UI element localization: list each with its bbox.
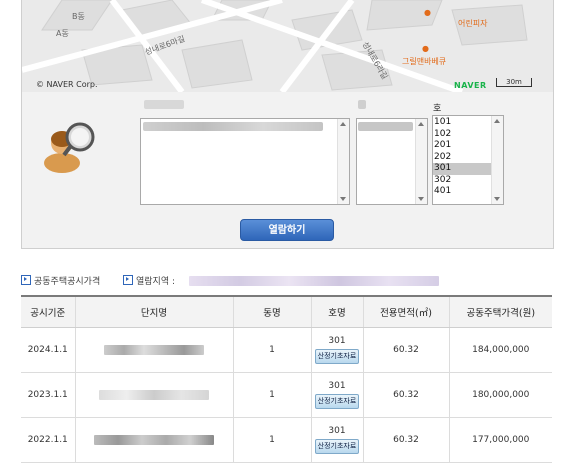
ho-value: 301 xyxy=(328,381,346,391)
map-roads xyxy=(22,0,553,92)
search-panel: B동 A동 성내로6마길 성내로6라길 ● 어린피자 ● 그릴맨바베큐 © NA… xyxy=(21,0,554,249)
area-cell: 60.32 xyxy=(362,327,449,373)
complex-name-cell xyxy=(74,372,233,418)
map-view[interactable]: B동 A동 성내로6마길 성내로6라길 ● 어린피자 ● 그릴맨바베큐 © NA… xyxy=(22,0,553,92)
tab-label: 공동주택공시가격 xyxy=(34,277,101,287)
ho-label: 호 xyxy=(433,104,442,114)
arrow-box-icon xyxy=(123,275,133,285)
date-cell: 2023.1.1 xyxy=(21,372,75,418)
ho-list-item[interactable]: 102 xyxy=(433,129,492,141)
doc-button[interactable]: 산정기초자료 xyxy=(314,439,360,454)
tab-view-region[interactable]: 열람지역 : xyxy=(123,274,175,287)
ho-list-item[interactable]: 101 xyxy=(433,117,492,129)
area-cell: 60.32 xyxy=(362,417,449,463)
column-header: 전용면적(㎡) xyxy=(362,295,449,328)
complex-name-cell xyxy=(74,417,233,463)
ho-value: 301 xyxy=(328,336,346,346)
tab-apartment-price[interactable]: 공동주택공시가격 xyxy=(21,274,100,287)
scroll-up-icon[interactable] xyxy=(340,122,346,126)
scrollbar[interactable] xyxy=(415,119,427,204)
poi-marker-icon[interactable]: ● xyxy=(424,8,431,17)
view-button[interactable]: 열람하기 xyxy=(240,219,334,241)
complex-name-cell xyxy=(74,327,233,373)
dong-cell: 1 xyxy=(232,417,311,463)
scroll-down-icon[interactable] xyxy=(340,197,346,201)
table-row: 2022.1.1 1 301 산정기초자료 60.32 177,000,000 xyxy=(21,417,552,463)
ho-list-item[interactable]: 301 xyxy=(433,163,492,175)
map-copyright: © NAVER Corp. xyxy=(36,80,98,89)
complex-list-caption xyxy=(144,100,184,109)
dong-select-list[interactable] xyxy=(356,118,428,205)
poi-label[interactable]: 어린피자 xyxy=(458,18,487,29)
table-header-row: 공시기준 단지명 동명 호명 전용면적(㎡) 공동주택가격(원) xyxy=(21,295,552,328)
block-b-label: B동 xyxy=(72,12,85,21)
date-cell: 2022.1.1 xyxy=(21,417,75,463)
scroll-up-icon[interactable] xyxy=(418,122,424,126)
scrollbar[interactable] xyxy=(337,119,349,204)
ho-list-item[interactable]: 401 xyxy=(433,186,492,198)
date-cell: 2024.1.1 xyxy=(21,327,75,373)
price-cell: 177,000,000 xyxy=(448,417,552,463)
ho-cell: 301 산정기초자료 xyxy=(310,417,363,463)
dong-cell: 1 xyxy=(232,327,311,373)
scroll-down-icon[interactable] xyxy=(494,197,500,201)
table-row: 2023.1.1 1 301 산정기초자료 60.32 180,000,000 xyxy=(21,372,552,418)
poi-marker-icon[interactable]: ● xyxy=(422,44,429,53)
price-table: 공시기준 단지명 동명 호명 전용면적(㎡) 공동주택가격(원) 2024.1.… xyxy=(21,295,552,463)
ho-value: 301 xyxy=(328,426,346,436)
scroll-up-icon[interactable] xyxy=(494,119,500,123)
price-cell: 180,000,000 xyxy=(448,372,552,418)
complex-list-item[interactable] xyxy=(143,122,323,131)
ho-cell: 301 산정기초자료 xyxy=(310,327,363,373)
tab-label: 열람지역 : xyxy=(136,277,176,287)
ho-list-item[interactable]: 302 xyxy=(433,175,492,187)
scroll-down-icon[interactable] xyxy=(418,197,424,201)
table-row: 2024.1.1 1 301 산정기초자료 60.32 184,000,000 xyxy=(21,327,552,373)
ho-list-item[interactable]: 202 xyxy=(433,152,492,164)
poi-label[interactable]: 그릴맨바베큐 xyxy=(402,56,446,67)
column-header: 동명 xyxy=(232,295,311,328)
ho-select-list[interactable]: 101 102 201 202 301 302 401 xyxy=(432,115,504,205)
map-scale-bar: 30m xyxy=(496,78,532,87)
search-user-icon xyxy=(40,113,100,173)
result-tabs: 공동주택공시가격 열람지역 : xyxy=(21,274,552,290)
price-cell: 184,000,000 xyxy=(448,327,552,373)
complex-select-list[interactable] xyxy=(140,118,350,205)
dong-cell: 1 xyxy=(232,372,311,418)
arrow-box-icon xyxy=(21,275,31,285)
naver-logo: NAVER xyxy=(454,81,487,90)
ho-list-item[interactable]: 201 xyxy=(433,140,492,152)
block-a-label: A동 xyxy=(56,29,69,38)
column-header: 공동주택가격(원) xyxy=(448,295,552,328)
column-header: 공시기준 xyxy=(21,295,75,328)
region-text-redacted xyxy=(189,276,439,286)
scrollbar[interactable] xyxy=(491,116,503,204)
doc-button[interactable]: 산정기초자료 xyxy=(314,349,360,364)
dong-list-item[interactable] xyxy=(358,122,413,131)
column-header: 호명 xyxy=(310,295,363,328)
column-header: 단지명 xyxy=(74,295,233,328)
dong-list-caption xyxy=(358,100,366,109)
ho-cell: 301 산정기초자료 xyxy=(310,372,363,418)
doc-button[interactable]: 산정기초자료 xyxy=(314,394,360,409)
area-cell: 60.32 xyxy=(362,372,449,418)
